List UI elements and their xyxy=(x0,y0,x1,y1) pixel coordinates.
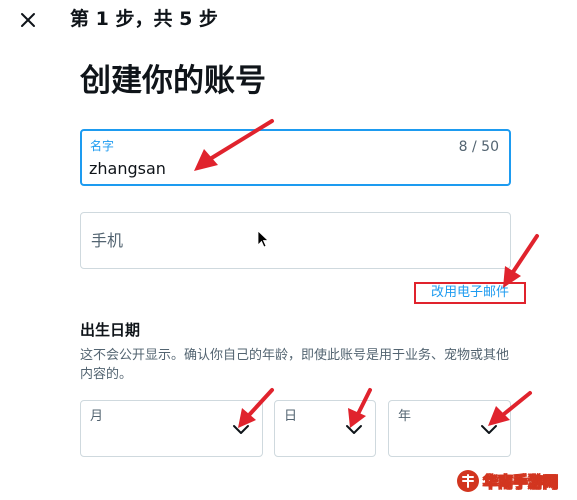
year-select-label: 年 xyxy=(398,409,412,424)
month-select-label: 月 xyxy=(90,409,104,424)
name-field[interactable]: 名字 8 / 50 zhangsan xyxy=(80,129,511,186)
month-select[interactable]: 月 xyxy=(80,400,263,457)
day-select[interactable]: 日 xyxy=(274,400,376,457)
use-email-link[interactable]: 改用电子邮件 xyxy=(414,282,526,304)
phone-field[interactable]: 手机 xyxy=(80,212,511,269)
close-button[interactable] xyxy=(14,6,42,34)
phone-placeholder: 手机 xyxy=(91,231,124,250)
name-field-label: 名字 xyxy=(90,139,115,153)
close-icon xyxy=(21,13,35,27)
chevron-down-icon xyxy=(346,425,362,434)
dob-title: 出生日期 xyxy=(80,321,141,339)
name-input-value[interactable]: zhangsan xyxy=(89,159,166,179)
year-select[interactable]: 年 xyxy=(388,400,511,457)
chevron-down-icon xyxy=(233,425,249,434)
day-select-label: 日 xyxy=(284,409,298,424)
watermark-text: 华南手游网 xyxy=(483,472,559,491)
page-title: 创建你的账号 xyxy=(80,63,266,99)
watermark-logo-icon xyxy=(457,470,479,492)
watermark: 华南手游网 xyxy=(456,468,558,494)
mouse-cursor-icon xyxy=(257,230,269,248)
chevron-down-icon xyxy=(481,425,497,434)
step-indicator: 第 1 步，共 5 步 xyxy=(70,8,218,30)
name-char-counter: 8 / 50 xyxy=(458,139,499,155)
dob-description: 这不会公开显示。确认你自己的年龄，即使此账号是用于业务、宠物或其他内容的。 xyxy=(80,348,510,382)
